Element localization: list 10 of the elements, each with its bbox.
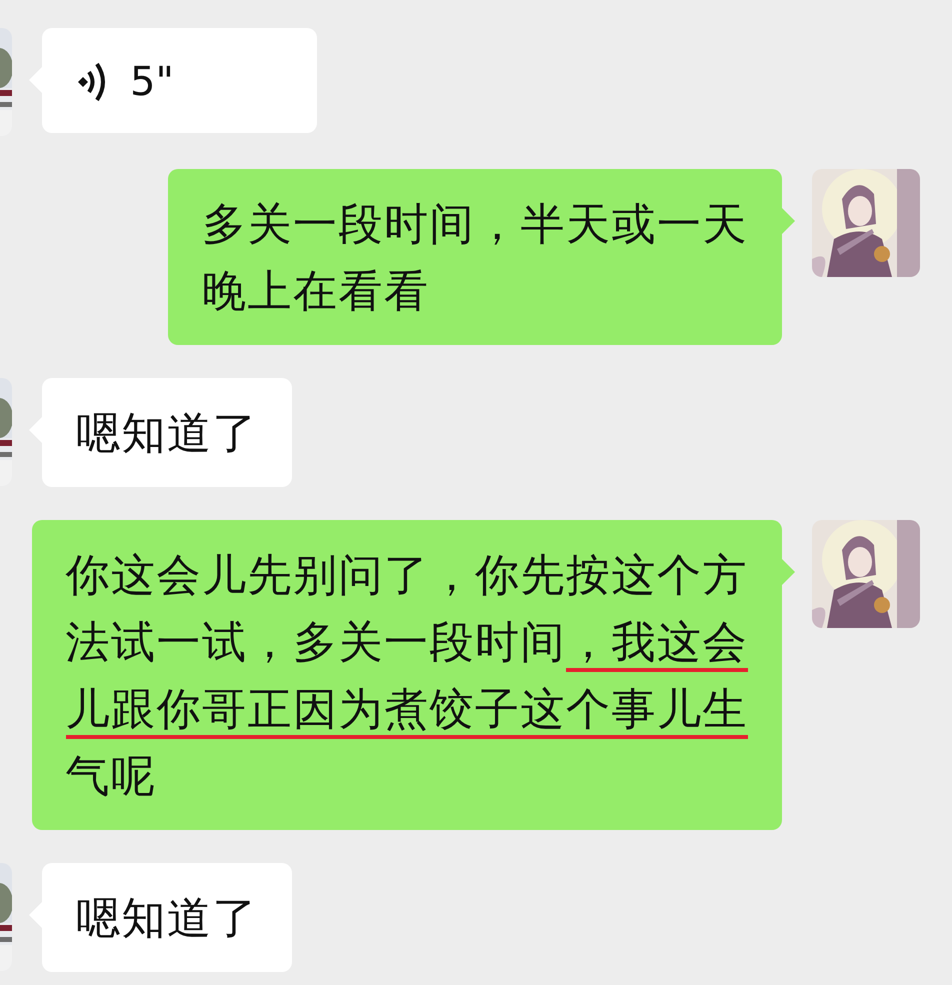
- message-text: 儿跟你哥正因为煮饺子这个事儿生: [66, 676, 748, 743]
- voice-icon: [76, 60, 108, 102]
- message-text: 嗯知道了: [76, 407, 258, 461]
- message-text: 你这会儿先别问了，你先按这个方: [66, 549, 748, 603]
- message-text: 多关一段时间，半天或一天: [202, 198, 748, 252]
- message-text: 晚上在看看: [202, 265, 430, 319]
- message-text: 法试一试，多关一段时间，我这会: [66, 609, 748, 676]
- message-text: 嗯知道了: [76, 892, 258, 946]
- voice-duration: 5": [130, 58, 174, 104]
- message-text: 气呢: [66, 750, 158, 804]
